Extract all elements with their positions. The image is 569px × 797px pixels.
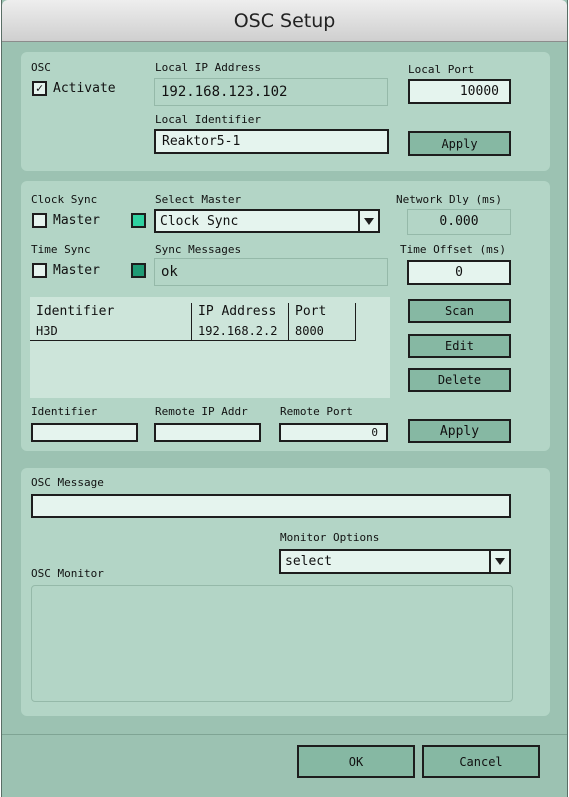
cell-port: 8000 xyxy=(289,321,356,341)
remote-port-input[interactable]: 0 xyxy=(279,423,388,442)
network-dly-field: 0.000 xyxy=(407,209,511,235)
time-offset-input[interactable]: 0 xyxy=(407,260,511,285)
network-dly-value: 0.000 xyxy=(439,214,479,229)
identifier-label: Identifier xyxy=(31,405,98,418)
table-row[interactable]: H3D 192.168.2.2 8000 xyxy=(30,297,356,343)
clock-sync-led xyxy=(131,213,146,228)
clock-sync-label: Clock Sync xyxy=(31,193,98,206)
remote-ip-label: Remote IP Addr xyxy=(155,405,248,418)
chevron-down-icon[interactable] xyxy=(358,211,378,231)
sync-panel: Clock Sync Master Select Master Clock Sy… xyxy=(21,181,550,451)
osc-section-label: OSC xyxy=(31,61,51,74)
osc-message-input[interactable] xyxy=(31,494,511,518)
monitor-options-label: Monitor Options xyxy=(280,531,380,544)
edit-button[interactable]: Edit xyxy=(408,334,511,358)
scan-button[interactable]: Scan xyxy=(408,299,511,323)
time-master-label: Master xyxy=(53,263,100,278)
window-title: OSC Setup xyxy=(233,9,336,32)
sync-messages-label: Sync Messages xyxy=(155,243,242,256)
select-master-dropdown[interactable]: Clock Sync xyxy=(154,209,380,233)
time-master-checkbox[interactable] xyxy=(32,263,47,278)
network-dly-label: Network Dly (ms) xyxy=(396,193,502,206)
local-identifier-label: Local Identifier xyxy=(155,113,261,126)
remotes-table-area: Identifier IP Address Port H3D 192.168.2… xyxy=(21,297,411,398)
ok-button[interactable]: OK xyxy=(297,745,415,778)
monitor-options-dropdown[interactable]: select xyxy=(279,549,511,574)
footer-divider xyxy=(2,734,567,735)
cancel-button[interactable]: Cancel xyxy=(422,745,540,778)
local-ip-label: Local IP Address xyxy=(155,61,261,74)
select-master-value: Clock Sync xyxy=(160,213,239,229)
identifier-input[interactable] xyxy=(31,423,138,442)
select-master-label: Select Master xyxy=(155,193,242,206)
osc-message-label: OSC Message xyxy=(31,476,104,489)
local-identifier-input[interactable]: Reaktor5-1 xyxy=(154,129,389,154)
local-ip-field: 192.168.123.102 xyxy=(154,78,388,106)
cell-ip-address: 192.168.2.2 xyxy=(192,321,289,341)
cell-identifier: H3D xyxy=(30,321,192,341)
activate-checkbox[interactable]: ✓ xyxy=(32,81,47,96)
osc-setup-window: OSC Setup OSC ✓ Activate Local IP Addres… xyxy=(1,0,568,797)
clock-master-label: Master xyxy=(53,213,100,228)
osc-panel: OSC ✓ Activate Local IP Address 192.168.… xyxy=(21,52,550,171)
delete-button[interactable]: Delete xyxy=(408,368,511,392)
clock-master-checkbox[interactable] xyxy=(32,213,47,228)
time-sync-label: Time Sync xyxy=(31,243,91,256)
osc-monitor-area[interactable] xyxy=(31,585,513,702)
local-port-input[interactable]: 10000 xyxy=(408,79,511,104)
remote-port-label: Remote Port xyxy=(280,405,353,418)
chevron-down-icon[interactable] xyxy=(489,551,509,572)
osc-apply-button[interactable]: Apply xyxy=(408,131,511,156)
remotes-table[interactable]: Identifier IP Address Port H3D 192.168.2… xyxy=(30,297,390,398)
local-port-label: Local Port xyxy=(408,63,475,76)
activate-label: Activate xyxy=(53,81,116,96)
remote-apply-button[interactable]: Apply xyxy=(408,419,511,443)
time-offset-label: Time Offset (ms) xyxy=(400,243,506,256)
remote-ip-input[interactable] xyxy=(154,423,261,442)
sync-messages-field: ok xyxy=(154,258,388,286)
monitor-options-value: select xyxy=(285,554,332,569)
messages-panel: OSC Message Monitor Options select OSC M… xyxy=(21,468,550,716)
time-sync-led xyxy=(131,263,146,278)
osc-monitor-label: OSC Monitor xyxy=(31,567,104,580)
title-bar[interactable]: OSC Setup xyxy=(2,0,567,42)
